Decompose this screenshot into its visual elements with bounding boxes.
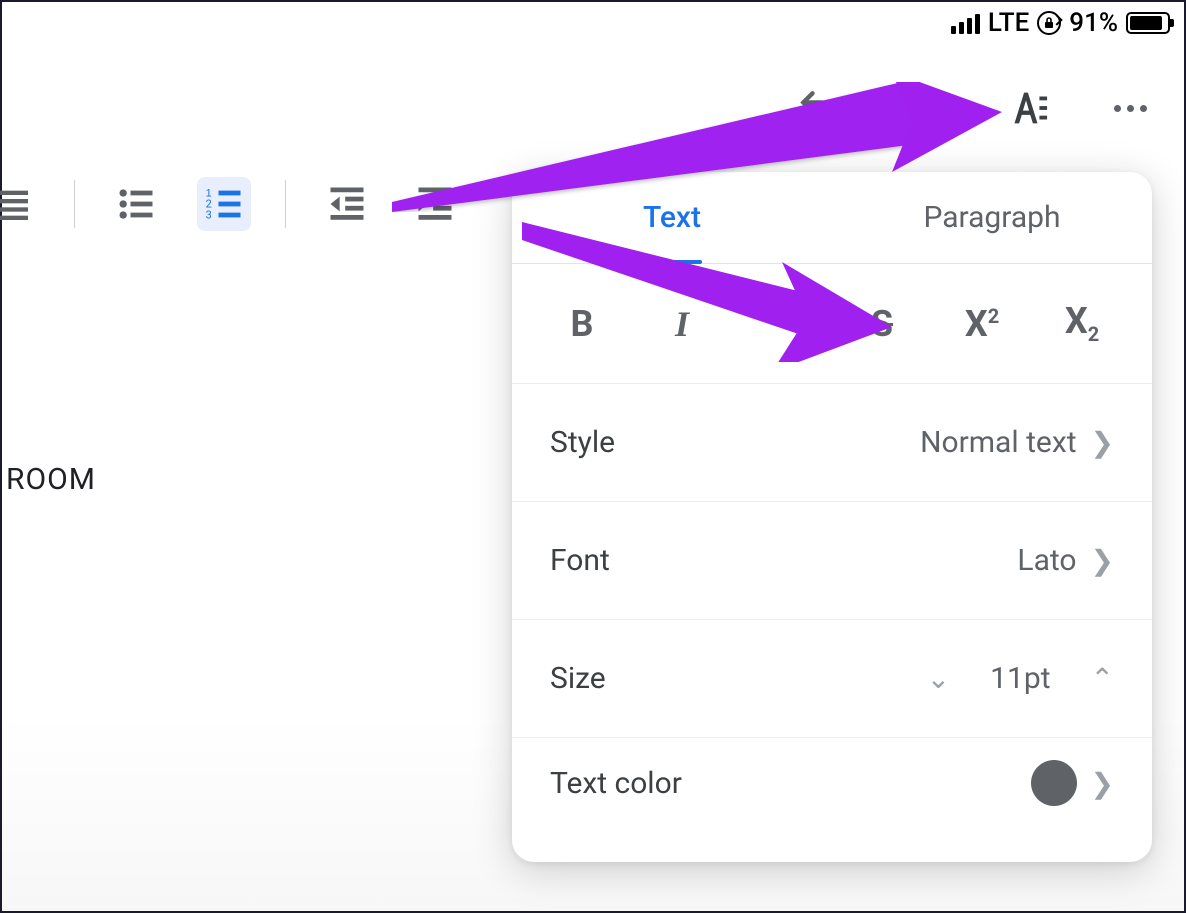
bulleted-list-button[interactable] bbox=[109, 177, 163, 231]
document-body-text[interactable]: ROOM bbox=[6, 462, 96, 497]
size-value: 11pt bbox=[990, 661, 1050, 696]
strikethrough-button[interactable]: S bbox=[852, 303, 912, 345]
numbered-list-button[interactable]: 123 bbox=[197, 177, 251, 231]
text-color-row[interactable]: Text color ❯ bbox=[512, 738, 1152, 828]
tab-paragraph[interactable]: Paragraph bbox=[832, 172, 1152, 263]
subscript-exp: 2 bbox=[1088, 323, 1099, 347]
chevron-right-icon: ❯ bbox=[1091, 767, 1114, 800]
more-icon bbox=[1114, 105, 1147, 112]
size-row: Size ⌄ 11pt ⌃ bbox=[512, 620, 1152, 738]
text-color-swatch bbox=[1031, 760, 1077, 806]
format-panel: Text Paragraph B I U S X2 X2 Style Norma… bbox=[512, 172, 1152, 862]
format-tabs: Text Paragraph bbox=[512, 172, 1152, 264]
chevron-right-icon: ❯ bbox=[1091, 544, 1114, 577]
superscript-x: X bbox=[965, 303, 988, 345]
italic-button[interactable]: I bbox=[652, 303, 712, 345]
subscript-button[interactable]: X2 bbox=[1052, 300, 1112, 346]
style-value: Normal text bbox=[920, 425, 1076, 460]
rotation-lock-icon bbox=[1037, 11, 1061, 35]
text-format-button[interactable] bbox=[1002, 84, 1050, 132]
subscript-x: X bbox=[1065, 300, 1088, 342]
font-value: Lato bbox=[1017, 543, 1076, 578]
text-color-label: Text color bbox=[550, 766, 682, 801]
decrease-indent-button[interactable] bbox=[320, 177, 374, 231]
size-increase-button[interactable]: ⌃ bbox=[1091, 662, 1114, 695]
top-actions bbox=[794, 84, 1154, 132]
size-decrease-button[interactable]: ⌄ bbox=[927, 662, 950, 695]
chevron-right-icon: ❯ bbox=[1091, 426, 1114, 459]
signal-icon bbox=[951, 12, 980, 34]
redo-button[interactable] bbox=[898, 84, 946, 132]
separator bbox=[285, 180, 286, 228]
text-style-row: B I U S X2 X2 bbox=[512, 264, 1152, 384]
svg-text:3: 3 bbox=[206, 209, 212, 222]
bold-button[interactable]: B bbox=[552, 303, 612, 345]
separator bbox=[74, 180, 75, 228]
secondary-toolbar: 123 bbox=[2, 177, 462, 231]
size-label: Size bbox=[550, 661, 606, 696]
font-label: Font bbox=[550, 543, 610, 578]
font-row[interactable]: Font Lato ❯ bbox=[512, 502, 1152, 620]
superscript-exp: 2 bbox=[988, 304, 999, 328]
battery-icon bbox=[1126, 12, 1170, 34]
tab-text[interactable]: Text bbox=[512, 172, 832, 263]
style-label: Style bbox=[550, 425, 615, 460]
superscript-button[interactable]: X2 bbox=[952, 303, 1012, 345]
network-label: LTE bbox=[988, 8, 1029, 38]
align-justify-button[interactable] bbox=[0, 177, 40, 231]
style-row[interactable]: Style Normal text ❯ bbox=[512, 384, 1152, 502]
increase-indent-button[interactable] bbox=[408, 177, 462, 231]
undo-button[interactable] bbox=[794, 84, 842, 132]
status-bar: LTE 91% bbox=[951, 8, 1170, 38]
more-button[interactable] bbox=[1106, 84, 1154, 132]
battery-percent: 91% bbox=[1069, 8, 1118, 38]
